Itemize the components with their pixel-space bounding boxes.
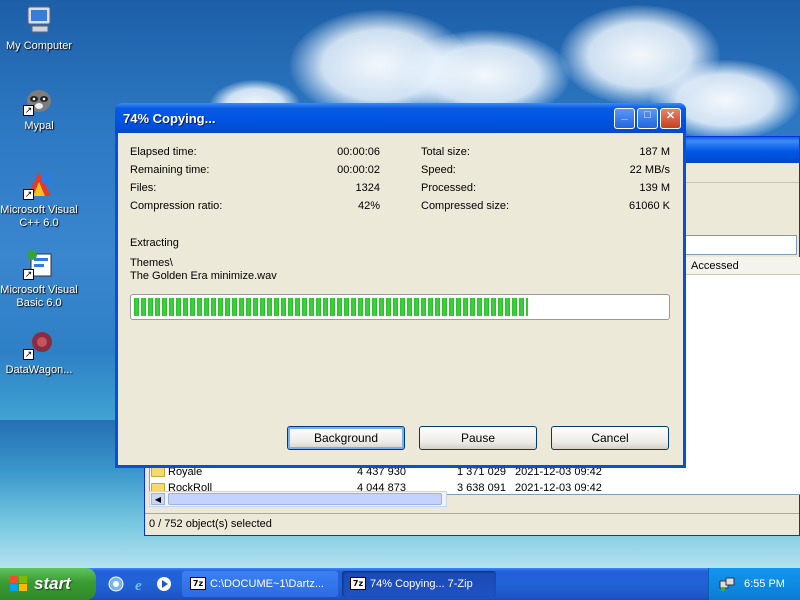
shortcut-arrow-icon: ↗ (23, 349, 34, 360)
start-button[interactable]: start (0, 568, 96, 600)
folder-size: 4 044 873 (357, 482, 406, 491)
folder-packed-size: 3 638 091 (457, 482, 506, 491)
pause-button[interactable]: Pause (419, 426, 537, 450)
shortcut-arrow-icon: ↗ (23, 189, 34, 200)
dialog-title: 74% Copying... (123, 111, 216, 126)
my-computer-icon (23, 4, 55, 36)
progress-bar-fill (134, 298, 528, 316)
progress-bar (130, 294, 670, 320)
maximize-icon: □ (644, 109, 651, 121)
mypal-raccoon-icon: ↗ (23, 84, 55, 116)
list-item[interactable]: RockRoll 4 044 873 3 638 091 2021-12-03 … (151, 481, 621, 491)
files-label: Files: (130, 182, 157, 194)
status-text: 0 / 752 object(s) selected (149, 518, 272, 530)
shortcut-arrow-icon: ↗ (23, 269, 34, 280)
total-size-label: Total size: (421, 146, 470, 158)
close-button[interactable]: ✕ (660, 108, 681, 129)
current-file: The Golden Era minimize.wav (130, 270, 277, 282)
folder-name: RockRoll (151, 482, 212, 491)
column-header-label: Accessed (691, 260, 739, 272)
status-bar: 0 / 752 object(s) selected (145, 513, 799, 535)
remaining-time-value: 00:00:02 (337, 164, 380, 176)
folder-modified: 2021-12-03 09:42 (515, 482, 602, 491)
processed-label: Processed: (421, 182, 477, 194)
seven-zip-icon: 7z (350, 577, 366, 590)
compressed-size-value: 61060 K (629, 200, 670, 212)
windows-logo-icon (10, 576, 28, 597)
compression-ratio-value: 42% (357, 200, 380, 212)
scroll-left-icon[interactable]: ◀ (151, 493, 165, 505)
taskbar-button-copy-progress[interactable]: 7z 74% Copying... 7-Zip (342, 571, 496, 597)
cancel-button[interactable]: Cancel (551, 426, 669, 450)
total-size-value: 187 M (639, 146, 670, 158)
folder-name-text: RockRoll (168, 482, 213, 491)
column-header-accessed[interactable]: Accessed (685, 257, 800, 275)
desktop-icon-label: Microsoft Visual Basic 6.0 (0, 284, 78, 309)
folder-icon (151, 467, 165, 478)
clock[interactable]: 6:55 PM (744, 578, 785, 590)
minimize-icon: _ (621, 109, 628, 121)
network-icon[interactable] (719, 576, 735, 595)
elapsed-time-value: 00:00:06 (337, 146, 380, 158)
desktop-icon-visual-cpp[interactable]: ↗ Microsoft Visual C++ 6.0 (0, 168, 81, 230)
folder-icon (151, 483, 165, 491)
minimize-button[interactable]: _ (614, 108, 635, 129)
datawagon-icon: ↗ (23, 328, 55, 360)
system-tray: 6:55 PM (708, 568, 800, 600)
start-label: start (34, 574, 71, 593)
desktop-icon-label: Mypal (24, 120, 54, 132)
desktop-icon-label: Microsoft Visual C++ 6.0 (0, 204, 78, 229)
seven-zip-icon: 7z (190, 577, 206, 590)
processed-value: 139 M (639, 182, 670, 194)
maximize-button[interactable]: □ (637, 108, 658, 129)
media-player-icon[interactable] (156, 576, 172, 592)
internet-explorer-icon[interactable]: e (133, 576, 149, 594)
scrollbar-thumb[interactable] (168, 493, 442, 505)
current-path: Themes\ (130, 257, 173, 269)
elapsed-time-label: Elapsed time: (130, 146, 197, 158)
compressed-size-label: Compressed size: (421, 200, 510, 212)
desktop-icon-label: My Computer (5, 40, 73, 52)
remaining-time-label: Remaining time: (130, 164, 210, 176)
files-value: 1324 (355, 182, 380, 194)
show-desktop-icon[interactable] (108, 576, 124, 592)
task-label: C:\DOCUME~1\Dartz... (210, 578, 324, 590)
visual-basic-icon: ↗ (23, 248, 55, 280)
task-label: 74% Copying... 7-Zip (370, 578, 473, 590)
svg-text:e: e (135, 578, 142, 592)
shortcut-arrow-icon: ↗ (23, 105, 34, 116)
copy-progress-dialog[interactable]: 74% Copying... _ □ ✕ Elapsed time: 00:00… (115, 103, 686, 468)
taskbar: start e 7z C:\DOCUME~1\Dartz... 7z 74% C… (0, 568, 800, 600)
desktop-icon-label: DataWagon... (5, 364, 73, 376)
operation-label: Extracting (130, 237, 179, 249)
dialog-body: Elapsed time: 00:00:06 Remaining time: 0… (118, 133, 683, 465)
desktop-icon-datawagon[interactable]: ↗ DataWagon... (0, 328, 81, 377)
desktop-icon-my-computer[interactable]: My Computer (0, 4, 81, 53)
taskbar-button-file-manager[interactable]: 7z C:\DOCUME~1\Dartz... (182, 571, 338, 597)
desktop-icon-mypal[interactable]: ↗ Mypal (0, 84, 81, 133)
address-bar[interactable] (685, 235, 797, 255)
horizontal-scrollbar[interactable]: ◀ (149, 491, 447, 507)
close-icon: ✕ (665, 110, 676, 122)
desktop-icon-visual-basic[interactable]: ↗ Microsoft Visual Basic 6.0 (0, 248, 81, 310)
speed-value: 22 MB/s (629, 164, 670, 176)
speed-label: Speed: (421, 164, 456, 176)
visual-cpp-icon: ↗ (23, 168, 55, 200)
background-button[interactable]: Background (287, 426, 405, 450)
dialog-titlebar[interactable]: 74% Copying... _ □ ✕ (115, 103, 686, 133)
compression-ratio-label: Compression ratio: (130, 200, 223, 212)
